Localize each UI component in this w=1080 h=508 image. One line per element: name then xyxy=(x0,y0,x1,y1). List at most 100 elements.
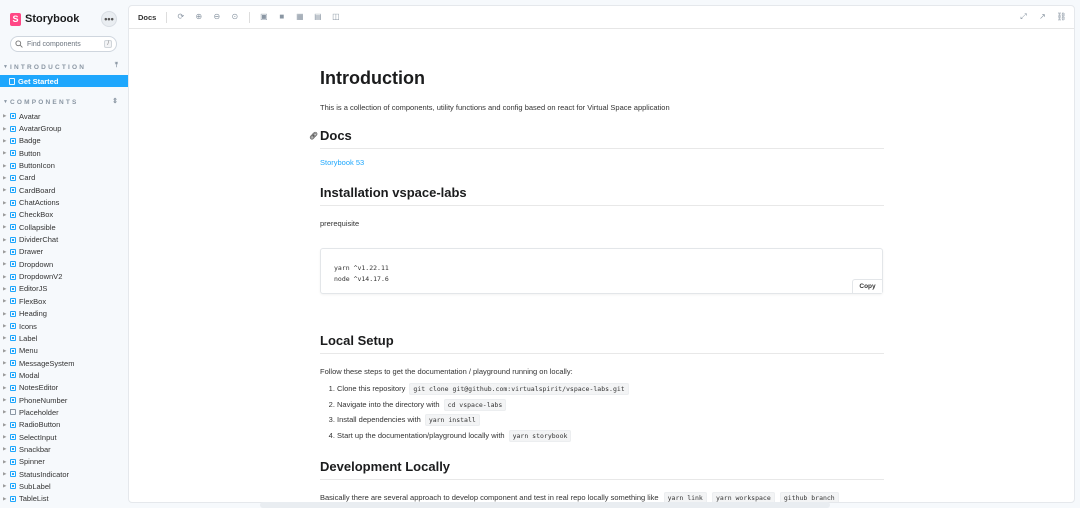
fullscreen-icon[interactable]: ⤢ xyxy=(1019,12,1028,21)
sidebar-item-label: RadioButton xyxy=(19,420,61,430)
sidebar-item[interactable]: ▶ Menu xyxy=(0,345,128,357)
component-icon xyxy=(10,483,16,490)
measure-icon[interactable]: ▤ xyxy=(313,13,322,22)
zoom-reset-icon[interactable]: ⊙ xyxy=(230,13,239,22)
caret-right-icon: ▶ xyxy=(3,384,7,390)
caret-right-icon: ▶ xyxy=(3,224,7,230)
component-icon xyxy=(10,310,16,317)
outline-icon[interactable]: ◫ xyxy=(331,13,340,22)
sidebar-item-label: CardBoard xyxy=(19,185,56,195)
sidebar-item[interactable]: ▶ Heading xyxy=(0,308,128,320)
caret-right-icon: ▶ xyxy=(3,335,7,341)
sidebar-item[interactable]: ▶ Snackbar xyxy=(0,443,128,455)
storybook-link[interactable]: Storybook 53 xyxy=(320,158,364,167)
sidebar-item[interactable]: ▶ TableList xyxy=(0,493,128,505)
zoom-out-icon[interactable]: ⊖ xyxy=(212,13,221,22)
sidebar-item[interactable]: ▶ Button xyxy=(0,147,128,159)
sidebar-item[interactable]: ▶ NotesEditor xyxy=(0,382,128,394)
background-icon[interactable]: ▣ xyxy=(259,13,268,22)
search-input[interactable]: Find components / xyxy=(10,36,117,52)
sidebar-item[interactable]: ▶ Collapsible xyxy=(0,221,128,233)
sidebar-item-get-started[interactable]: Get Started xyxy=(0,75,128,87)
open-new-tab-icon[interactable]: ↗ xyxy=(1038,12,1047,21)
toolbar-divider xyxy=(249,11,251,23)
sidebar: S Storybook ••• Find components / ▼ INTR… xyxy=(0,0,128,508)
component-icon xyxy=(10,162,16,169)
grid-icon[interactable]: ■ xyxy=(277,13,286,22)
brand[interactable]: S Storybook xyxy=(10,12,79,26)
component-icon xyxy=(10,347,16,354)
prerequisite-text: prerequisite xyxy=(320,219,360,228)
sidebar-item[interactable]: ▶ ButtonIcon xyxy=(0,159,128,171)
component-icon xyxy=(10,125,16,132)
sidebar-item[interactable]: ▶ Dropdown xyxy=(0,258,128,270)
heading-development: Development Locally xyxy=(320,459,884,480)
caret-right-icon: ▶ xyxy=(3,273,7,279)
heading-local-setup: Local Setup xyxy=(320,333,884,354)
sidebar-item[interactable]: ▶ Avatar xyxy=(0,110,128,122)
sidebar-item[interactable]: ▶ Card xyxy=(0,172,128,184)
search-icon xyxy=(15,40,23,48)
sidebar-item-label: Icons xyxy=(19,321,37,331)
tab-docs[interactable]: Docs xyxy=(138,13,156,22)
sidebar-item[interactable]: ▶ FlexBox xyxy=(0,295,128,307)
sidebar-item[interactable]: ▶ SelectInput xyxy=(0,431,128,443)
sidebar-item[interactable]: ▶ Drawer xyxy=(0,246,128,258)
sidebar-item[interactable]: ▶ Label xyxy=(0,332,128,344)
settings-menu-button[interactable]: ••• xyxy=(101,11,117,27)
sidebar-item[interactable]: ▶ Modal xyxy=(0,369,128,381)
section-components[interactable]: ▼ COMPONENTS ⇕ xyxy=(3,97,118,107)
brand-name: Storybook xyxy=(25,13,80,25)
sidebar-item[interactable]: ▶ SubLabel xyxy=(0,480,128,492)
caret-right-icon: ▶ xyxy=(3,483,7,489)
caret-right-icon: ▶ xyxy=(3,310,7,316)
sidebar-item[interactable]: ▶ Placeholder xyxy=(0,406,128,418)
copy-link-icon[interactable]: ⛓ xyxy=(1056,12,1066,21)
sidebar-item-label: TableList xyxy=(19,494,49,504)
sidebar-item[interactable]: ▶ MessageSystem xyxy=(0,357,128,369)
caret-right-icon: ▶ xyxy=(3,298,7,304)
document-icon xyxy=(9,77,15,85)
caret-right-icon: ▶ xyxy=(3,113,7,119)
reload-icon[interactable]: ⟳ xyxy=(176,13,185,22)
caret-right-icon: ▶ xyxy=(3,421,7,427)
code-block: yarn ^v1.22.11 node ^v14.17.6 Copy xyxy=(320,248,883,294)
sidebar-item-label: Avatar xyxy=(19,111,41,121)
caret-right-icon: ▶ xyxy=(3,323,7,329)
sidebar-item[interactable]: ▶ StatusIndicator xyxy=(0,468,128,480)
expand-icon[interactable]: ⇕ xyxy=(112,97,118,105)
sidebar-item[interactable]: ▶ Icons xyxy=(0,320,128,332)
sidebar-item-label: PhoneNumber xyxy=(19,395,68,405)
inline-code: cd vspace-labs xyxy=(443,398,507,411)
sidebar-item-label: EditorJS xyxy=(19,284,48,294)
sidebar-item[interactable]: ▶ CheckBox xyxy=(0,209,128,221)
sidebar-item[interactable]: ▶ Badge xyxy=(0,135,128,147)
caret-right-icon: ▶ xyxy=(3,211,7,217)
component-icon xyxy=(10,384,16,391)
component-icon xyxy=(10,446,16,453)
viewport-icon[interactable]: ▦ xyxy=(295,13,304,22)
sidebar-item[interactable]: ▶ DividerChat xyxy=(0,233,128,245)
component-icon xyxy=(10,187,16,194)
copy-button[interactable]: Copy xyxy=(852,279,882,293)
collapse-icon[interactable]: ⤒ xyxy=(115,62,118,70)
zoom-in-icon[interactable]: ⊕ xyxy=(194,13,203,22)
step-text: Start up the documentation/playground lo… xyxy=(337,430,505,440)
sidebar-item-label: Button xyxy=(19,148,41,158)
sidebar-item[interactable]: ▶ PhoneNumber xyxy=(0,394,128,406)
sidebar-item-label: ChatActions xyxy=(19,198,60,208)
sidebar-item[interactable]: ▶ ChatActions xyxy=(0,196,128,208)
setup-step: Navigate into the directory withcd vspac… xyxy=(337,397,868,413)
sidebar-item[interactable]: ▶ RadioButton xyxy=(0,419,128,431)
sidebar-item[interactable]: ▶ AvatarGroup xyxy=(0,122,128,134)
sidebar-item[interactable]: ▶ CardBoard xyxy=(0,184,128,196)
search-shortcut-key: / xyxy=(104,40,112,48)
component-icon xyxy=(10,211,16,218)
caret-right-icon: ▶ xyxy=(3,360,7,366)
anchor-link-icon[interactable]: 🔗︎ xyxy=(309,132,318,140)
sidebar-item[interactable]: ▶ EditorJS xyxy=(0,283,128,295)
caret-right-icon: ▶ xyxy=(3,397,7,403)
sidebar-item[interactable]: ▶ Spinner xyxy=(0,456,128,468)
sidebar-item[interactable]: ▶ DropdownV2 xyxy=(0,270,128,282)
section-introduction[interactable]: ▼ INTRODUCTION ⤒ xyxy=(3,62,118,72)
